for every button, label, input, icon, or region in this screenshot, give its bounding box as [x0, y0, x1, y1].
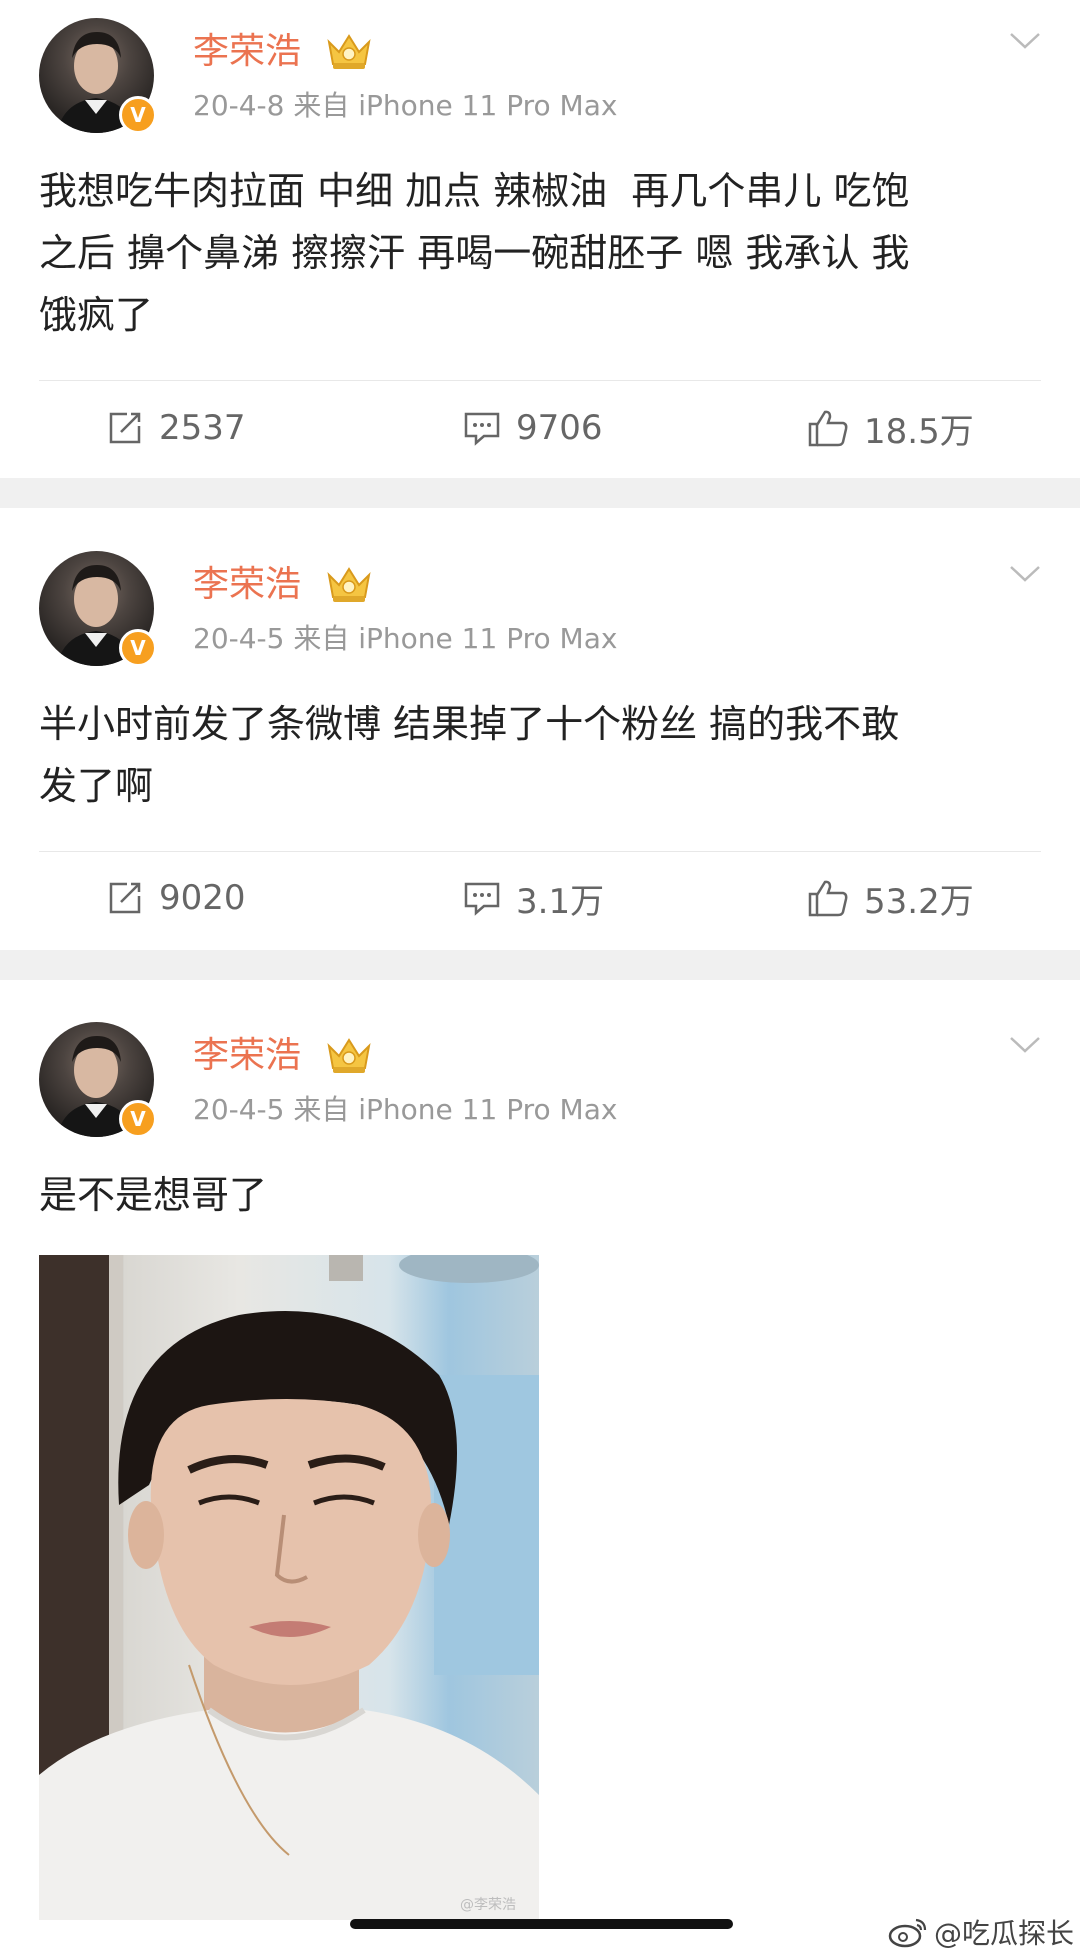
divider: [39, 380, 1041, 381]
post-separator: [0, 478, 1080, 508]
author-name[interactable]: 李荣浩: [193, 563, 301, 607]
post-text: 是不是想哥了: [39, 1173, 268, 1217]
divider: [39, 851, 1041, 852]
crown-icon: [327, 567, 371, 602]
weibo-logo-icon: [888, 1918, 927, 1948]
like-count: 53.2万: [864, 881, 974, 922]
home-indicator[interactable]: [350, 1919, 733, 1929]
weibo-post-1: V 李荣浩 20-4-8 来自 iPhone 11 Pro Max 我想吃牛肉拉…: [0, 0, 1080, 478]
like-count: 18.5万: [864, 411, 974, 452]
post-separator: [0, 950, 1080, 980]
comment-button[interactable]: 3.1万: [462, 868, 604, 928]
verified-badge: V: [119, 1100, 157, 1138]
author-name[interactable]: 李荣浩: [193, 1034, 301, 1078]
post-meta: 20-4-8 来自 iPhone 11 Pro Max: [193, 89, 618, 122]
repost-button[interactable]: 9020: [105, 868, 246, 928]
chevron-down-icon[interactable]: [1008, 563, 1042, 585]
verified-badge: V: [119, 96, 157, 134]
chevron-down-icon[interactable]: [1008, 30, 1042, 52]
like-button[interactable]: 18.5万: [806, 398, 974, 458]
comment-count: 3.1万: [516, 881, 605, 922]
author-name[interactable]: 李荣浩: [193, 30, 301, 74]
post-meta: 20-4-5 来自 iPhone 11 Pro Max: [193, 1093, 618, 1126]
post-image[interactable]: [39, 1255, 539, 1920]
image-watermark: @李荣浩: [460, 1897, 516, 1913]
page-watermark: @吃瓜探长: [888, 1912, 1074, 1952]
repost-count: 2537: [159, 408, 246, 448]
comment-icon: [464, 412, 500, 446]
watermark-text: @吃瓜探长: [934, 1917, 1075, 1950]
comment-count: 9706: [516, 408, 603, 448]
like-button[interactable]: 53.2万: [806, 868, 974, 928]
comment-icon: [464, 882, 500, 916]
crown-icon: [327, 34, 371, 69]
repost-count: 9020: [159, 878, 246, 918]
post-meta: 20-4-5 来自 iPhone 11 Pro Max: [193, 622, 618, 655]
like-icon: [808, 410, 848, 447]
repost-icon: [109, 882, 141, 914]
chevron-down-icon[interactable]: [1008, 1034, 1042, 1056]
comment-button[interactable]: 9706: [462, 398, 603, 458]
post-text: 半小时前发了条微博 结果掉了十个粉丝 搞的我不敢 发了啊: [39, 702, 900, 808]
verified-badge: V: [119, 629, 157, 667]
like-icon: [808, 880, 848, 917]
repost-button[interactable]: 2537: [105, 398, 246, 458]
repost-icon: [109, 412, 141, 444]
weibo-post-2: V 李荣浩 20-4-5 来自 iPhone 11 Pro Max 半小时前发了…: [0, 533, 1080, 950]
crown-icon: [327, 1038, 371, 1073]
post-text: 我想吃牛肉拉面 中细 加点 辣椒油 再几个串儿 吃饱 之后 擤个鼻涕 擦擦汗 再…: [39, 169, 910, 337]
